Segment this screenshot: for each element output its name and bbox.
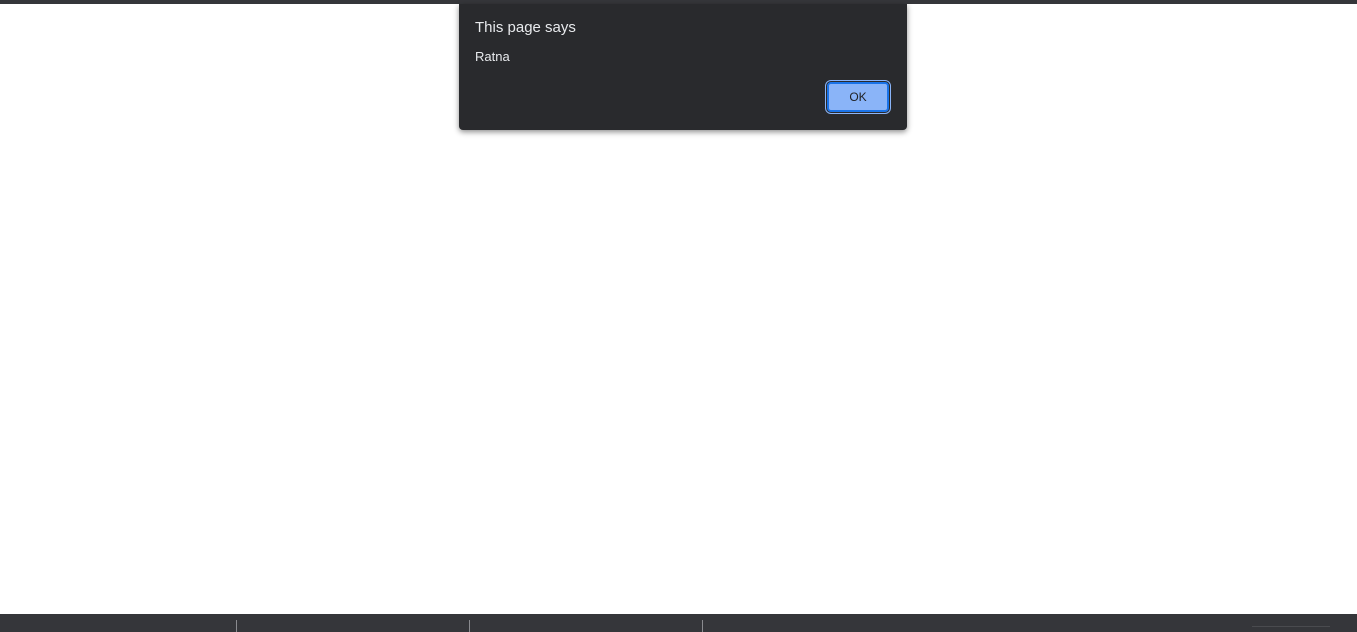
bottom-bar-right-slot: [1252, 626, 1330, 627]
bottom-bar-divider: [469, 620, 470, 632]
alert-dialog: This page says Ratna OK: [459, 4, 907, 130]
bottom-bar-divider: [236, 620, 237, 632]
dialog-message: Ratna: [475, 49, 510, 64]
bottom-bar-divider: [702, 620, 703, 632]
dialog-title: This page says: [475, 19, 576, 36]
ok-button[interactable]: OK: [825, 80, 891, 114]
bottom-bar: [0, 614, 1357, 632]
